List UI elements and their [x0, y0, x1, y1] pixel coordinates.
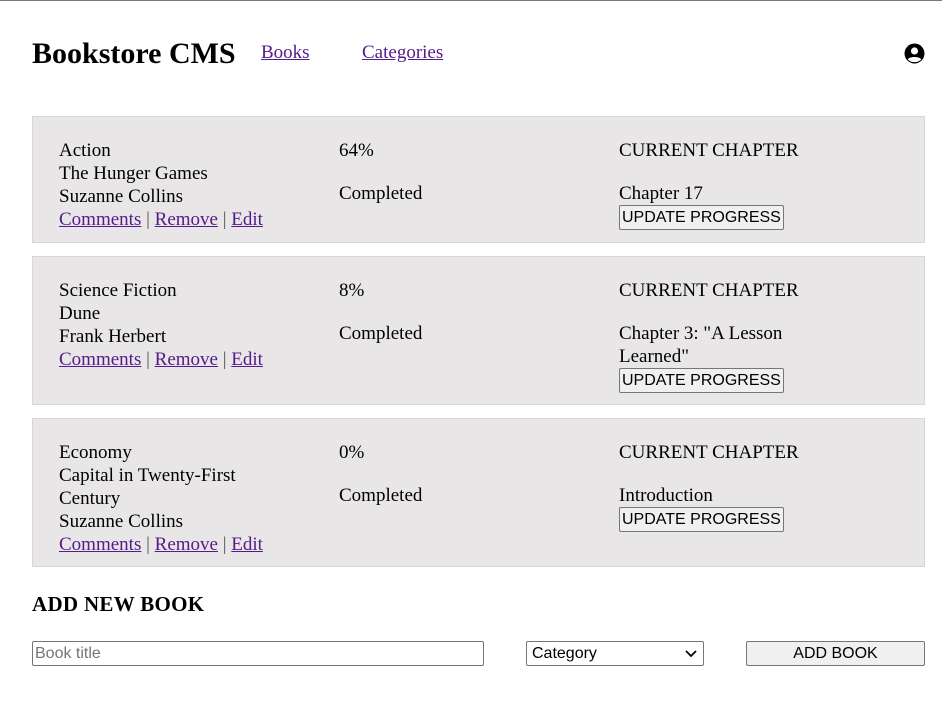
action-separator: |: [146, 349, 150, 370]
book-author: Frank Herbert: [59, 326, 167, 347]
chapter-heading: CURRENT CHAPTER: [619, 140, 799, 161]
book-title-input[interactable]: [32, 641, 484, 666]
book-actions: Comments | Remove | Edit: [59, 533, 263, 556]
current-chapter: Chapter 3: "A Lesson Learned": [619, 323, 783, 367]
progress-label: Completed: [339, 323, 423, 344]
book-title: The Hunger Games: [59, 163, 208, 184]
book-card: Economy Capital in Twenty-First Century …: [32, 418, 925, 567]
book-category: Action: [59, 140, 111, 161]
chevron-down-icon: [685, 650, 697, 658]
book-actions: Comments | Remove | Edit: [59, 348, 309, 371]
app-brand: Bookstore CMS: [32, 37, 236, 70]
book-actions: Comments | Remove | Edit: [59, 208, 309, 231]
progress-label: Completed: [339, 183, 423, 204]
book-title: Capital in Twenty-First Century: [59, 465, 236, 509]
update-progress-button[interactable]: UPDATE PROGRESS: [619, 507, 784, 532]
comments-link[interactable]: Comments: [59, 209, 141, 230]
book-chapter: CURRENT CHAPTER Chapter 3: "A Lesson Lea…: [619, 279, 819, 393]
remove-link[interactable]: Remove: [155, 209, 218, 230]
book-card: Science Fiction Dune Frank Herbert Comme…: [32, 256, 925, 405]
action-separator: |: [146, 209, 150, 230]
book-chapter: CURRENT CHAPTER Introduction UPDATE PROG…: [619, 441, 869, 532]
action-separator: |: [146, 534, 150, 555]
book-title: Dune: [59, 303, 101, 324]
remove-link[interactable]: Remove: [155, 349, 218, 370]
nav-link-categories[interactable]: Categories: [362, 41, 443, 65]
current-chapter: Introduction: [619, 485, 713, 506]
chapter-heading: CURRENT CHAPTER: [619, 280, 799, 301]
update-progress-button[interactable]: UPDATE PROGRESS: [619, 368, 784, 393]
action-separator: |: [222, 349, 227, 370]
app-header: Bookstore CMS Books Categories: [32, 37, 925, 71]
current-chapter: Chapter 17: [619, 183, 703, 204]
category-select[interactable]: Category: [526, 641, 704, 666]
update-progress-button[interactable]: UPDATE PROGRESS: [619, 205, 784, 230]
book-info: Action The Hunger Games Suzanne Collins …: [59, 139, 309, 231]
category-select-value: Category: [532, 645, 597, 662]
nav-link-books[interactable]: Books: [261, 41, 310, 65]
edit-link[interactable]: Edit: [231, 534, 263, 555]
progress-label: Completed: [339, 485, 423, 506]
remove-link[interactable]: Remove: [155, 534, 218, 555]
edit-link[interactable]: Edit: [231, 209, 263, 230]
book-info: Economy Capital in Twenty-First Century …: [59, 441, 263, 556]
book-author: Suzanne Collins: [59, 186, 184, 207]
action-separator: |: [222, 209, 227, 230]
edit-link[interactable]: Edit: [231, 349, 263, 370]
progress-percent: 64%: [339, 140, 374, 161]
book-progress: 0% Completed: [339, 441, 579, 507]
add-book-button[interactable]: ADD BOOK: [746, 641, 925, 666]
progress-percent: 8%: [339, 280, 365, 301]
comments-link[interactable]: Comments: [59, 534, 141, 555]
user-circle-icon[interactable]: [904, 43, 925, 64]
comments-link[interactable]: Comments: [59, 349, 141, 370]
add-book-heading: ADD NEW BOOK: [32, 592, 205, 616]
book-info: Science Fiction Dune Frank Herbert Comme…: [59, 279, 309, 371]
book-category: Science Fiction: [59, 280, 177, 301]
book-progress: 64% Completed: [339, 139, 579, 205]
book-chapter: CURRENT CHAPTER Chapter 17 UPDATE PROGRE…: [619, 139, 869, 230]
progress-percent: 0%: [339, 442, 365, 463]
book-progress: 8% Completed: [339, 279, 579, 345]
chapter-heading: CURRENT CHAPTER: [619, 442, 799, 463]
book-category: Economy: [59, 442, 132, 463]
action-separator: |: [222, 534, 227, 555]
book-author: Suzanne Collins: [59, 511, 184, 532]
book-card: Action The Hunger Games Suzanne Collins …: [32, 116, 925, 243]
